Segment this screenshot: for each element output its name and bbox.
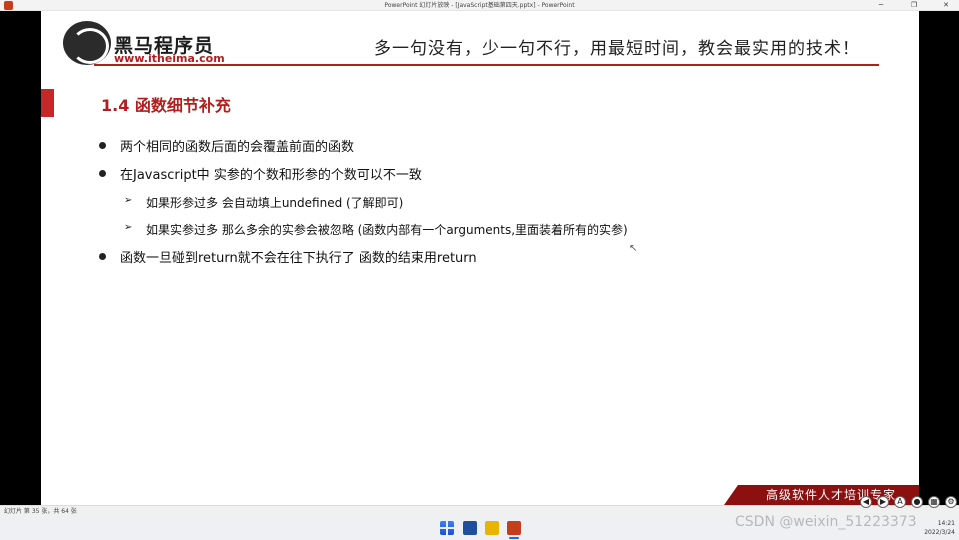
letterbox-left — [0, 11, 41, 505]
slide-header: 黑马程序员 www.itheima.com 多一句没有，少一句不行，用最短时间，… — [41, 11, 919, 67]
slide-canvas[interactable]: 黑马程序员 www.itheima.com 多一句没有，少一句不行，用最短时间，… — [41, 11, 919, 505]
arrow-bullet-icon: ➢ — [124, 195, 133, 206]
bullet-dot-icon — [99, 170, 106, 177]
slide-title: 1.4 函数细节补充 — [101, 96, 231, 115]
close-button[interactable]: ✕ — [935, 0, 957, 11]
bullet-point: 在Javascript中 实参的个数和形参的个数可以不一致 — [120, 168, 422, 183]
screen: PowerPoint 幻灯片放映 - [JavaScript基础第四天.pptx… — [0, 0, 959, 540]
mouse-pointer-icon: ↖ — [629, 243, 638, 254]
previous-slide-icon[interactable]: ◀ — [860, 496, 872, 508]
sub-point: 如果形参过多 会自动填上undefined (了解即可) — [146, 196, 404, 210]
bullet-dot-icon — [99, 142, 106, 149]
next-slide-icon[interactable]: ▶ — [877, 496, 889, 508]
laser-pointer-icon[interactable]: ● — [911, 496, 923, 508]
window-title: PowerPoint 幻灯片放映 - [JavaScript基础第四天.pptx… — [384, 2, 575, 9]
more-options-icon[interactable]: ⚙ — [945, 496, 957, 508]
arrow-bullet-icon: ➢ — [124, 222, 133, 233]
sub-point: 如果实参过多 那么多余的实参会被忽略 (函数内部有一个arguments,里面装… — [146, 223, 628, 237]
horse-logo-icon — [63, 21, 111, 65]
window-titlebar[interactable]: PowerPoint 幻灯片放映 - [JavaScript基础第四天.pptx… — [0, 0, 959, 11]
see-all-slides-icon[interactable]: ▦ — [928, 496, 940, 508]
slideshow-toolbar: ◀ ▶ A ● ▦ ⚙ — [860, 496, 959, 510]
letterbox-right — [919, 11, 959, 505]
title-accent-bar — [41, 89, 54, 117]
start-menu-icon[interactable] — [440, 521, 454, 535]
powerpoint-taskbar-icon[interactable] — [507, 521, 521, 539]
bullet-point: 函数一旦碰到return就不会在往下执行了 函数的结束用return — [120, 251, 477, 266]
header-divider — [94, 64, 879, 66]
csdn-watermark: CSDN @weixin_51223373 — [735, 514, 917, 530]
restore-button[interactable]: ❐ — [903, 0, 925, 11]
file-explorer-icon[interactable] — [485, 521, 499, 535]
slogan: 多一句没有，少一句不行，用最短时间，教会最实用的技术！ — [374, 39, 860, 59]
bullet-point: 两个相同的函数后面的会覆盖前面的函数 — [120, 140, 355, 155]
taskview-icon[interactable] — [463, 521, 477, 535]
pen-tool-icon[interactable]: A — [894, 496, 906, 508]
bullet-dot-icon — [99, 253, 106, 260]
minimize-button[interactable]: ─ — [870, 0, 892, 11]
